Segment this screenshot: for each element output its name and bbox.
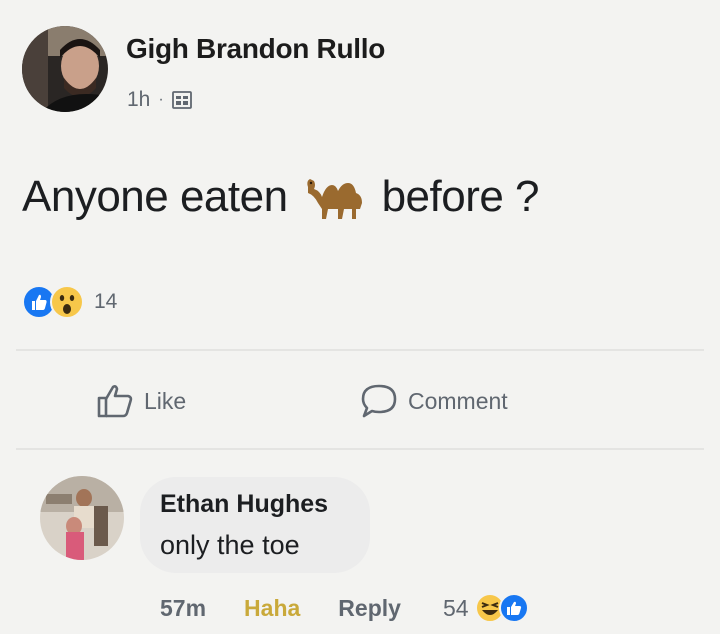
like-reaction-icon <box>498 593 529 623</box>
wow-reaction-icon <box>50 285 84 319</box>
friends-icon[interactable] <box>171 90 192 110</box>
post-author-name[interactable]: Gigh Brandon Rullo <box>126 33 385 65</box>
divider <box>16 349 704 351</box>
reaction-summary[interactable]: 14 <box>22 285 117 319</box>
comment-label: Comment <box>408 387 508 414</box>
commenter-avatar[interactable] <box>40 476 124 560</box>
comment-footer: 57m Haha Reply 54 <box>160 590 529 626</box>
post-text-before: Anyone eaten <box>22 172 288 221</box>
comment-button[interactable]: Comment <box>360 383 508 419</box>
like-button[interactable]: Like <box>96 383 186 419</box>
post-time[interactable]: 1h <box>127 88 150 112</box>
camel-emoji <box>302 173 368 221</box>
divider <box>16 448 704 450</box>
comment-reaction-count[interactable]: 54 <box>443 595 469 622</box>
commenter-name[interactable]: Ethan Hughes <box>160 490 328 519</box>
author-avatar[interactable] <box>22 26 108 112</box>
comment-icon <box>360 383 398 419</box>
facebook-post: Gigh Brandon Rullo 1h · Anyone eaten bef… <box>0 0 720 634</box>
post-meta: 1h · <box>127 87 192 113</box>
like-label: Like <box>144 387 187 414</box>
thumbs-up-icon <box>96 383 134 419</box>
reaction-count: 14 <box>94 290 118 313</box>
comment-time[interactable]: 57m <box>160 595 206 622</box>
post-text-after: before ? <box>381 172 540 221</box>
haha-reaction-button[interactable]: Haha <box>244 595 300 622</box>
meta-separator: · <box>158 91 164 108</box>
comment-text: only the toe <box>160 530 300 560</box>
reply-button[interactable]: Reply <box>338 595 401 622</box>
post-text: Anyone eaten before ? <box>22 172 540 222</box>
